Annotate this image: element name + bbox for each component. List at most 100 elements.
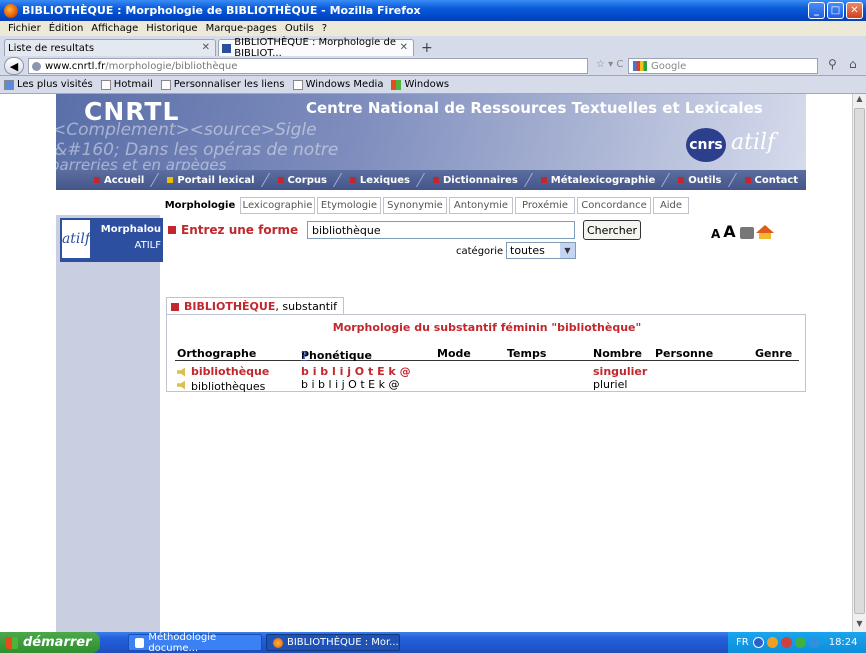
bookmark-label: Windows	[404, 79, 450, 90]
scroll-up-icon[interactable]: ▲	[853, 94, 866, 107]
page-icon	[100, 79, 111, 90]
search-placeholder: Google	[651, 60, 687, 72]
menu-historique[interactable]: Historique	[146, 23, 197, 34]
cnrs-logo[interactable]: cnrs	[686, 128, 726, 162]
scrollbar-thumb[interactable]	[854, 108, 865, 614]
search-icon[interactable]: ⚲	[828, 57, 837, 71]
close-window-icon[interactable]: ✕	[846, 2, 863, 19]
bookmark-icon	[4, 79, 14, 90]
bookmark-windows[interactable]: Windows	[391, 79, 449, 90]
tab-concordance[interactable]: Concordance	[577, 197, 651, 214]
taskbar-item-methodologie[interactable]: Méthodologie docume...	[128, 631, 262, 653]
bookmark-windows-media[interactable]: Windows Media	[292, 79, 383, 90]
cnrtl-logo[interactable]: CNRTL	[84, 97, 179, 126]
tab-close-icon[interactable]: ✕	[400, 42, 408, 53]
shield-icon[interactable]	[766, 637, 778, 648]
windows-flag-icon	[6, 636, 18, 649]
clock: 18:24	[828, 637, 858, 648]
cell-orthographe: bibliothèques	[177, 378, 265, 393]
form-label: Entrez une forme	[181, 223, 299, 237]
tab-close-icon[interactable]: ✕	[202, 42, 210, 53]
nav-contact[interactable]: Contact	[745, 175, 799, 186]
back-button[interactable]: ◀	[4, 57, 24, 75]
taskbar-item-label: Méthodologie docume...	[148, 631, 217, 653]
globe-icon	[32, 62, 41, 71]
categorie-select[interactable]: toutes ▼	[506, 242, 576, 259]
menu-outils[interactable]: Outils	[285, 23, 314, 34]
site-banner: <Complement><source>Sigle &#160; Dans le…	[56, 94, 806, 190]
windows-taskbar: démarrer Méthodologie docume... BIBLIOTH…	[0, 632, 866, 653]
bookmark-star-icon[interactable]: ☆ ▾ C	[596, 59, 623, 70]
nav-portail-lexical[interactable]: Portail lexical	[167, 175, 254, 186]
vertical-scrollbar[interactable]: ▲ ▼	[852, 94, 866, 632]
result-tab[interactable]: BIBLIOTHÈQUE , substantif	[166, 297, 345, 315]
col-temps: Temps	[507, 347, 547, 360]
network-icon[interactable]	[752, 637, 764, 648]
tab-label: Liste de resultats	[8, 42, 95, 54]
atilf-logo[interactable]: atilf	[731, 130, 775, 155]
system-tray: FR 18:24	[728, 632, 866, 653]
start-button[interactable]: démarrer	[0, 632, 100, 653]
result-tab-category: , substantif	[275, 300, 338, 313]
nav-separator	[260, 173, 270, 187]
result-title: Morphologie du substantif féminin "bibli…	[332, 321, 642, 334]
tab-antonymie[interactable]: Antonymie	[449, 197, 513, 214]
chevron-down-icon: ▼	[560, 243, 575, 258]
nav-dictionnaires[interactable]: Dictionnaires	[433, 175, 518, 186]
minimize-icon[interactable]: _	[808, 2, 825, 19]
bookmark-hotmail[interactable]: Hotmail	[100, 79, 153, 90]
word-doc-icon	[135, 637, 145, 648]
print-icon[interactable]	[739, 227, 754, 239]
left-sidebar: atilf Morphalou ATILF	[56, 215, 163, 632]
morphalou-link[interactable]: atilf Morphalou ATILF	[60, 218, 163, 262]
url-bar[interactable]: www.cnrtl.fr /morphologie/bibliothèque	[28, 58, 588, 74]
phonetique-help-link[interactable]: ?	[301, 349, 307, 362]
home-icon[interactable]: ⌂	[849, 57, 857, 71]
bullet-icon	[168, 226, 176, 234]
morphology-table: Orthographe Phonétique ? Mode Temps Nomb…	[175, 345, 799, 393]
orthographe-value: bibliothèques	[191, 380, 266, 393]
tab-proxemie[interactable]: Proxémie	[515, 197, 575, 214]
taskbar-item-firefox[interactable]: BIBLIOTHÈQUE : Mor...	[266, 634, 400, 651]
nav-outils[interactable]: Outils	[678, 175, 721, 186]
menu-edition[interactable]: Édition	[49, 23, 84, 34]
language-indicator[interactable]: FR	[736, 637, 749, 648]
page-tools: A A	[711, 222, 774, 241]
bookmark-label: Hotmail	[113, 79, 153, 90]
increase-font-icon[interactable]: A	[723, 222, 735, 241]
tab-aide[interactable]: Aide	[653, 197, 689, 214]
bookmark-personnaliser[interactable]: Personnaliser les liens	[160, 79, 285, 90]
tab-bibliotheque[interactable]: BIBLIOTHÈQUE : Morphologie de BIBLIOT...…	[218, 37, 414, 59]
categorie-value: toutes	[510, 244, 545, 257]
col-genre: Genre	[755, 347, 793, 360]
menu-help[interactable]: ?	[322, 23, 327, 34]
tab-liste-resultats[interactable]: Liste de resultats ✕	[4, 39, 216, 56]
sub-tabs: Morphologie Lexicographie Etymologie Syn…	[56, 194, 806, 214]
speaker-icon[interactable]	[177, 380, 185, 390]
decrease-font-icon[interactable]: A	[711, 227, 720, 241]
nav-accueil[interactable]: Accueil	[94, 175, 144, 186]
search-input[interactable]: Google	[628, 58, 818, 74]
security-alert-icon[interactable]	[780, 637, 792, 648]
menu-fichier[interactable]: Fichier	[8, 23, 41, 34]
tab-etymologie[interactable]: Etymologie	[317, 197, 381, 214]
tab-synonymie[interactable]: Synonymie	[383, 197, 447, 214]
forme-input[interactable]	[307, 221, 575, 239]
nav-corpus[interactable]: Corpus	[278, 175, 327, 186]
volume-icon[interactable]	[808, 637, 820, 648]
nav-separator	[523, 173, 533, 187]
chercher-button[interactable]: Chercher	[583, 220, 641, 240]
site-subtitle: Centre National de Ressources Textuelles…	[306, 99, 763, 117]
messenger-icon[interactable]	[794, 637, 806, 648]
nav-lexiques[interactable]: Lexiques	[350, 175, 410, 186]
nav-metalexicographie[interactable]: Métalexicographie	[541, 175, 655, 186]
bookmark-plus-visites[interactable]: Les plus visités	[4, 79, 93, 90]
tab-lexicographie[interactable]: Lexicographie	[240, 197, 315, 214]
maximize-icon[interactable]: □	[827, 2, 844, 19]
menu-affichage[interactable]: Affichage	[91, 23, 138, 34]
menu-marque-pages[interactable]: Marque-pages	[206, 23, 277, 34]
scroll-down-icon[interactable]: ▼	[853, 619, 866, 632]
home-page-icon[interactable]	[755, 225, 774, 233]
tab-morphologie[interactable]: Morphologie	[161, 197, 239, 214]
new-tab-icon[interactable]: +	[421, 40, 433, 56]
